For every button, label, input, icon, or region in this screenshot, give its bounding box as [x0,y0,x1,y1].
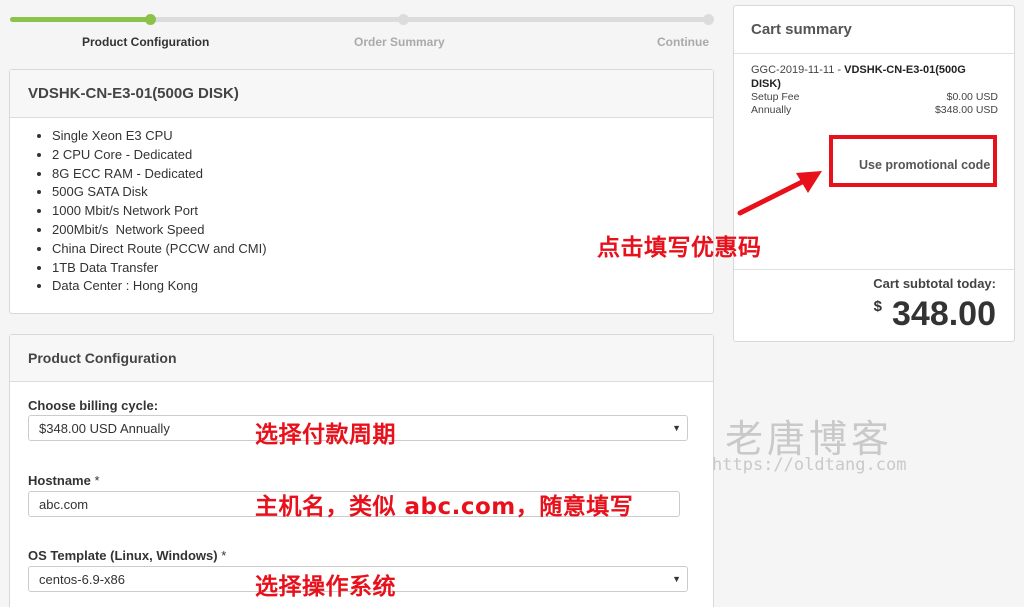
feature-list: Single Xeon E3 CPU 2 CPU Core - Dedicate… [10,118,713,296]
hostname-label-text: Hostname [28,473,91,488]
billing-cycle-label: Choose billing cycle: [28,398,159,413]
feature-item: Single Xeon E3 CPU [52,127,713,146]
caret-down-icon: ▼ [672,423,681,433]
annotation-arrow-icon [737,171,822,216]
watermark-url: https://oldtang.com [712,455,907,475]
required-mark: * [221,548,227,563]
os-template-value: centos-6.9-x86 [39,571,125,587]
feature-item: 500G SATA Disk [52,183,713,202]
billing-cycle-value: $348.00 USD Annually [39,420,170,436]
annotation-hostname: 主机名，类似 abc.com，随意填写 [255,494,634,520]
cart-item-name: GGC-2019-11-11 - VDSHK-CN-E3-01(500G DIS… [751,63,998,91]
annotation-billing: 选择付款周期 [255,422,396,448]
product-title: VDSHK-CN-E3-01(500G DISK) [10,70,713,118]
step-continue[interactable]: Continue [657,35,709,49]
feature-item: 2 CPU Core - Dedicated [52,146,713,165]
cart-item-prefix: GGC-2019-11-11 - [751,64,845,76]
caret-down-icon: ▼ [672,574,681,584]
cart-line-label: Setup Fee [751,91,800,103]
order-progress: Product Configuration Order Summary Cont… [10,0,714,60]
feature-item: 1000 Mbit/s Network Port [52,202,713,221]
cart-subtotal-amount: 348.00 [892,295,996,333]
cart-summary-title: Cart summary [734,6,1014,54]
hostname-label: Hostname * [28,473,100,488]
cart-line-setup-fee: Setup Fee $0.00 USD [751,91,998,104]
configuration-title: Product Configuration [10,335,713,382]
cart-line-label: Annually [751,103,792,116]
progress-fill [10,17,150,22]
required-mark: * [94,473,100,488]
cart-item: GGC-2019-11-11 - VDSHK-CN-E3-01(500G DIS… [751,63,998,116]
feature-item: Data Center : Hong Kong [52,277,713,296]
cart-line-annually: Annually $348.00 USD [751,104,998,117]
step-product-configuration[interactable]: Product Configuration [82,35,209,49]
currency-symbol: $ [873,298,882,315]
promo-highlight-box [829,135,997,187]
product-panel: VDSHK-CN-E3-01(500G DISK) Single Xeon E3… [9,69,714,314]
step-order-summary[interactable]: Order Summary [354,35,445,49]
step-dot-order-summary [398,14,409,25]
cart-divider [734,269,1014,270]
cart-line-value: $0.00 USD [946,91,998,103]
step-dot-product-configuration [145,14,156,25]
feature-item: 8G ECC RAM - Dedicated [52,165,713,184]
os-template-label-text: OS Template (Linux, Windows) [28,548,218,563]
cart-subtotal-label: Cart subtotal today: [873,276,996,291]
cart-line-value: $348.00 USD [934,103,998,116]
annotation-os: 选择操作系统 [255,574,396,600]
os-template-label: OS Template (Linux, Windows) * [28,548,226,563]
hostname-value: abc.com [39,496,89,512]
cart-subtotal: $ 348.00 [874,294,996,334]
step-dot-continue [703,14,714,25]
annotation-promo: 点击填写优惠码 [597,235,762,261]
